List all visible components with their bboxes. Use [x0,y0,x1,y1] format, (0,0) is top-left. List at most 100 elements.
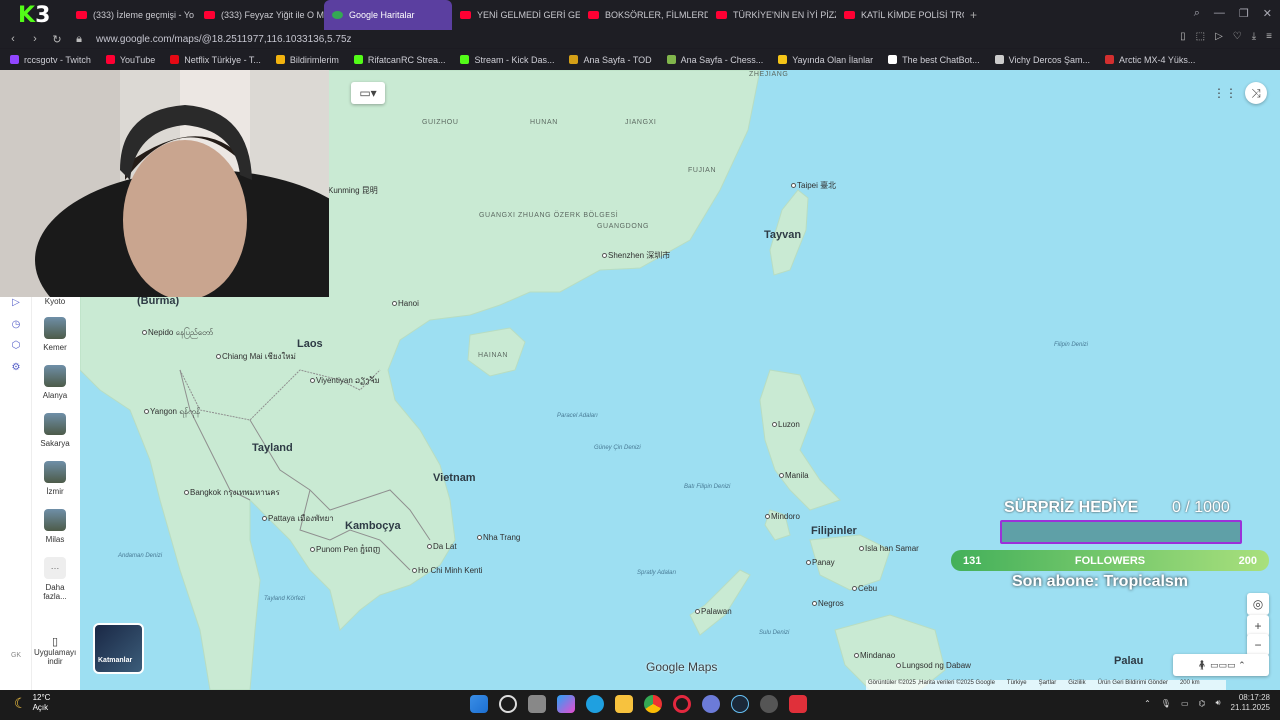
country-label[interactable]: Tayland [252,442,293,454]
screenshot-icon[interactable]: ⬚ [1196,31,1205,42]
city-label[interactable]: Shenzhen 深圳市 [602,251,670,260]
bookmark-11[interactable]: Arctic MX-4 Yüks... [1105,55,1195,65]
city-label[interactable]: Nepido နေပြည်တော် [142,328,213,337]
bookmark-icon[interactable]: ▯ [1180,31,1186,42]
attribution-item[interactable]: 200 km [1180,680,1200,690]
steam-icon[interactable] [731,695,749,713]
city-label[interactable]: Bangkok กรุงเทพมหานคร [184,488,280,497]
province-label[interactable]: FUJIAN [688,166,716,175]
place-kyoto[interactable]: Kyoto [36,297,74,306]
city-label[interactable]: Kunming 昆明 [322,186,378,195]
tab-3[interactable]: YENİ GELMEDİ GERİ GELİ [452,0,580,30]
city-label[interactable]: Taipei 臺北 [791,181,836,190]
bookmark-9[interactable]: The best ChatBot... [888,55,980,65]
attribution-item[interactable]: Ürün Geri Bildirimi Gönder [1098,680,1168,690]
country-label[interactable]: Palau [1114,655,1143,667]
download-app-button[interactable]: ▯ Uygulamayı indir [34,635,76,666]
attribution-item[interactable]: Gizlilik [1068,680,1085,690]
my-location-icon[interactable]: ◎ [1247,593,1269,615]
city-label[interactable]: Cebu [852,584,877,593]
country-label[interactable]: Filipinler [811,525,857,537]
sea-label[interactable]: Paracel Adaları [557,413,598,420]
city-label[interactable]: Hanoi [392,299,419,308]
province-label[interactable]: HAINAN [478,351,508,360]
pegman-imagery-strip[interactable]: 🧍︎ ▭▭▭ ⌃ [1173,654,1269,676]
chrome-icon[interactable] [644,695,662,713]
edge-icon[interactable] [586,695,604,713]
bookmark-3[interactable]: Bildirimlerim [275,55,339,65]
play-icon[interactable]: ▷ [1215,31,1223,42]
city-label[interactable]: Negros [812,599,844,608]
attribution-item[interactable]: Şartlar [1039,680,1057,690]
bookmark-1[interactable]: YouTube [105,55,155,65]
tab-0[interactable]: (333) İzleme geçmişi - Yo [68,0,196,30]
city-label[interactable]: Viyentiyan ວຽງຈັນ [310,376,380,385]
sea-label[interactable]: Filipin Denizi [1054,342,1088,349]
city-label[interactable]: Isla han Samar [859,544,919,553]
chevron-up-icon[interactable]: ⌃ [1144,699,1151,708]
city-label[interactable]: Mindoro [765,512,800,521]
country-label[interactable]: Tayvan [764,229,801,241]
city-label[interactable]: Palawan [695,607,732,616]
tab-6[interactable]: KATİL KİMDE POLİSİ TROL [836,0,964,30]
url-field[interactable]: www.google.com/maps/@18.2511977,116.1033… [96,34,352,45]
city-label[interactable]: Pattaya เมืองพัทยา [262,514,334,523]
recents-icon[interactable]: ◷ [10,319,22,331]
tab-5[interactable]: TÜRKİYE'NİN EN İYİ PİZZ [708,0,836,30]
city-label[interactable]: Yangon ရန်ကုန် [144,407,200,416]
province-label[interactable]: JIANGXI [625,118,656,127]
city-label[interactable]: Ho Chi Minh Kenti [412,566,482,575]
city-label[interactable]: Nha Trang [477,533,520,542]
tab-4[interactable]: BOKSÖRLER, FİLMLERDE [580,0,708,30]
weather-widget[interactable]: ☾ 12°C Açık [14,693,50,713]
reload-icon[interactable]: ↻ [48,33,66,46]
sea-label[interactable]: Andaman Denizi [118,553,162,560]
volume-icon[interactable]: 🔊︎ [1216,698,1221,708]
bookmark-10[interactable]: Vichy Dercos Şam... [994,55,1090,65]
minimize-icon[interactable]: — [1214,7,1225,20]
bookmark-2[interactable]: Netflix Türkiye - T... [170,55,261,65]
sea-label[interactable]: Spratly Adaları [637,570,676,577]
attribution-item[interactable]: Görüntüler ©2025 ,Harita verileri ©2025 … [868,680,995,690]
back-icon[interactable]: ‹ [4,33,22,45]
city-label[interactable]: Panay [806,558,835,567]
display-icon[interactable]: ▭ [1181,699,1189,708]
city-label[interactable]: Chiang Mai เชียงใหม่ [216,352,296,361]
account-avatar[interactable]: ⤨ [1245,82,1267,104]
tab-2[interactable]: Google Haritalar [324,0,452,30]
layers-button[interactable]: Katmanlar [93,623,144,674]
more-places-button[interactable]: … Daha fazla... [36,557,74,601]
task-view-icon[interactable] [528,695,546,713]
province-label[interactable]: GUIZHOU [422,118,458,127]
saved-place-1[interactable]: Alanya [36,365,74,400]
tab-1[interactable]: (333) Feyyaz Yiğit ile O M [196,0,324,30]
saved-place-0[interactable]: Kemer [36,317,74,352]
saved-place-3[interactable]: İzmir [36,461,74,496]
file-explorer-icon[interactable] [615,695,633,713]
sea-label[interactable]: Güney Çin Denizi [594,445,641,452]
province-label[interactable]: GUANGDONG [597,222,649,231]
new-tab-button[interactable]: + [970,8,977,22]
downloads-icon[interactable]: ⤓ [1252,31,1256,42]
country-label[interactable]: Vietnam [433,472,476,484]
clock[interactable]: 08:17:28 21.11.2025 [1231,693,1270,713]
country-label[interactable]: Kamboçya [345,520,401,532]
menu-icon[interactable]: ≡ [1266,31,1272,42]
attribution-item[interactable]: Türkiye [1007,680,1027,690]
apps-grid-icon[interactable]: ⋮⋮ [1213,82,1237,104]
zoom-out-button[interactable]: − [1247,634,1269,656]
sea-label[interactable]: Sulu Denizi [759,630,789,637]
start-icon[interactable] [470,695,488,713]
settings-icon[interactable]: ⚙ [10,362,22,374]
share-icon[interactable]: ⬡ [10,340,22,352]
bookmark-7[interactable]: Ana Sayfa - Chess... [666,55,763,65]
bookmark-5[interactable]: Stream - Kick Das... [460,55,554,65]
saved-place-2[interactable]: Sakarya [36,413,74,448]
search-icon[interactable] [499,695,517,713]
search-tabs-icon[interactable]: ⌕ [1194,7,1200,20]
city-label[interactable]: Lungsod ng Dabaw [896,661,971,670]
city-label[interactable]: Mindanao [854,651,895,660]
saved-icon[interactable]: ▷ [10,297,22,309]
sea-label[interactable]: Tayland Körfezi [264,596,305,603]
keyboard-shortcuts-button[interactable]: ▭▾ [351,82,385,104]
